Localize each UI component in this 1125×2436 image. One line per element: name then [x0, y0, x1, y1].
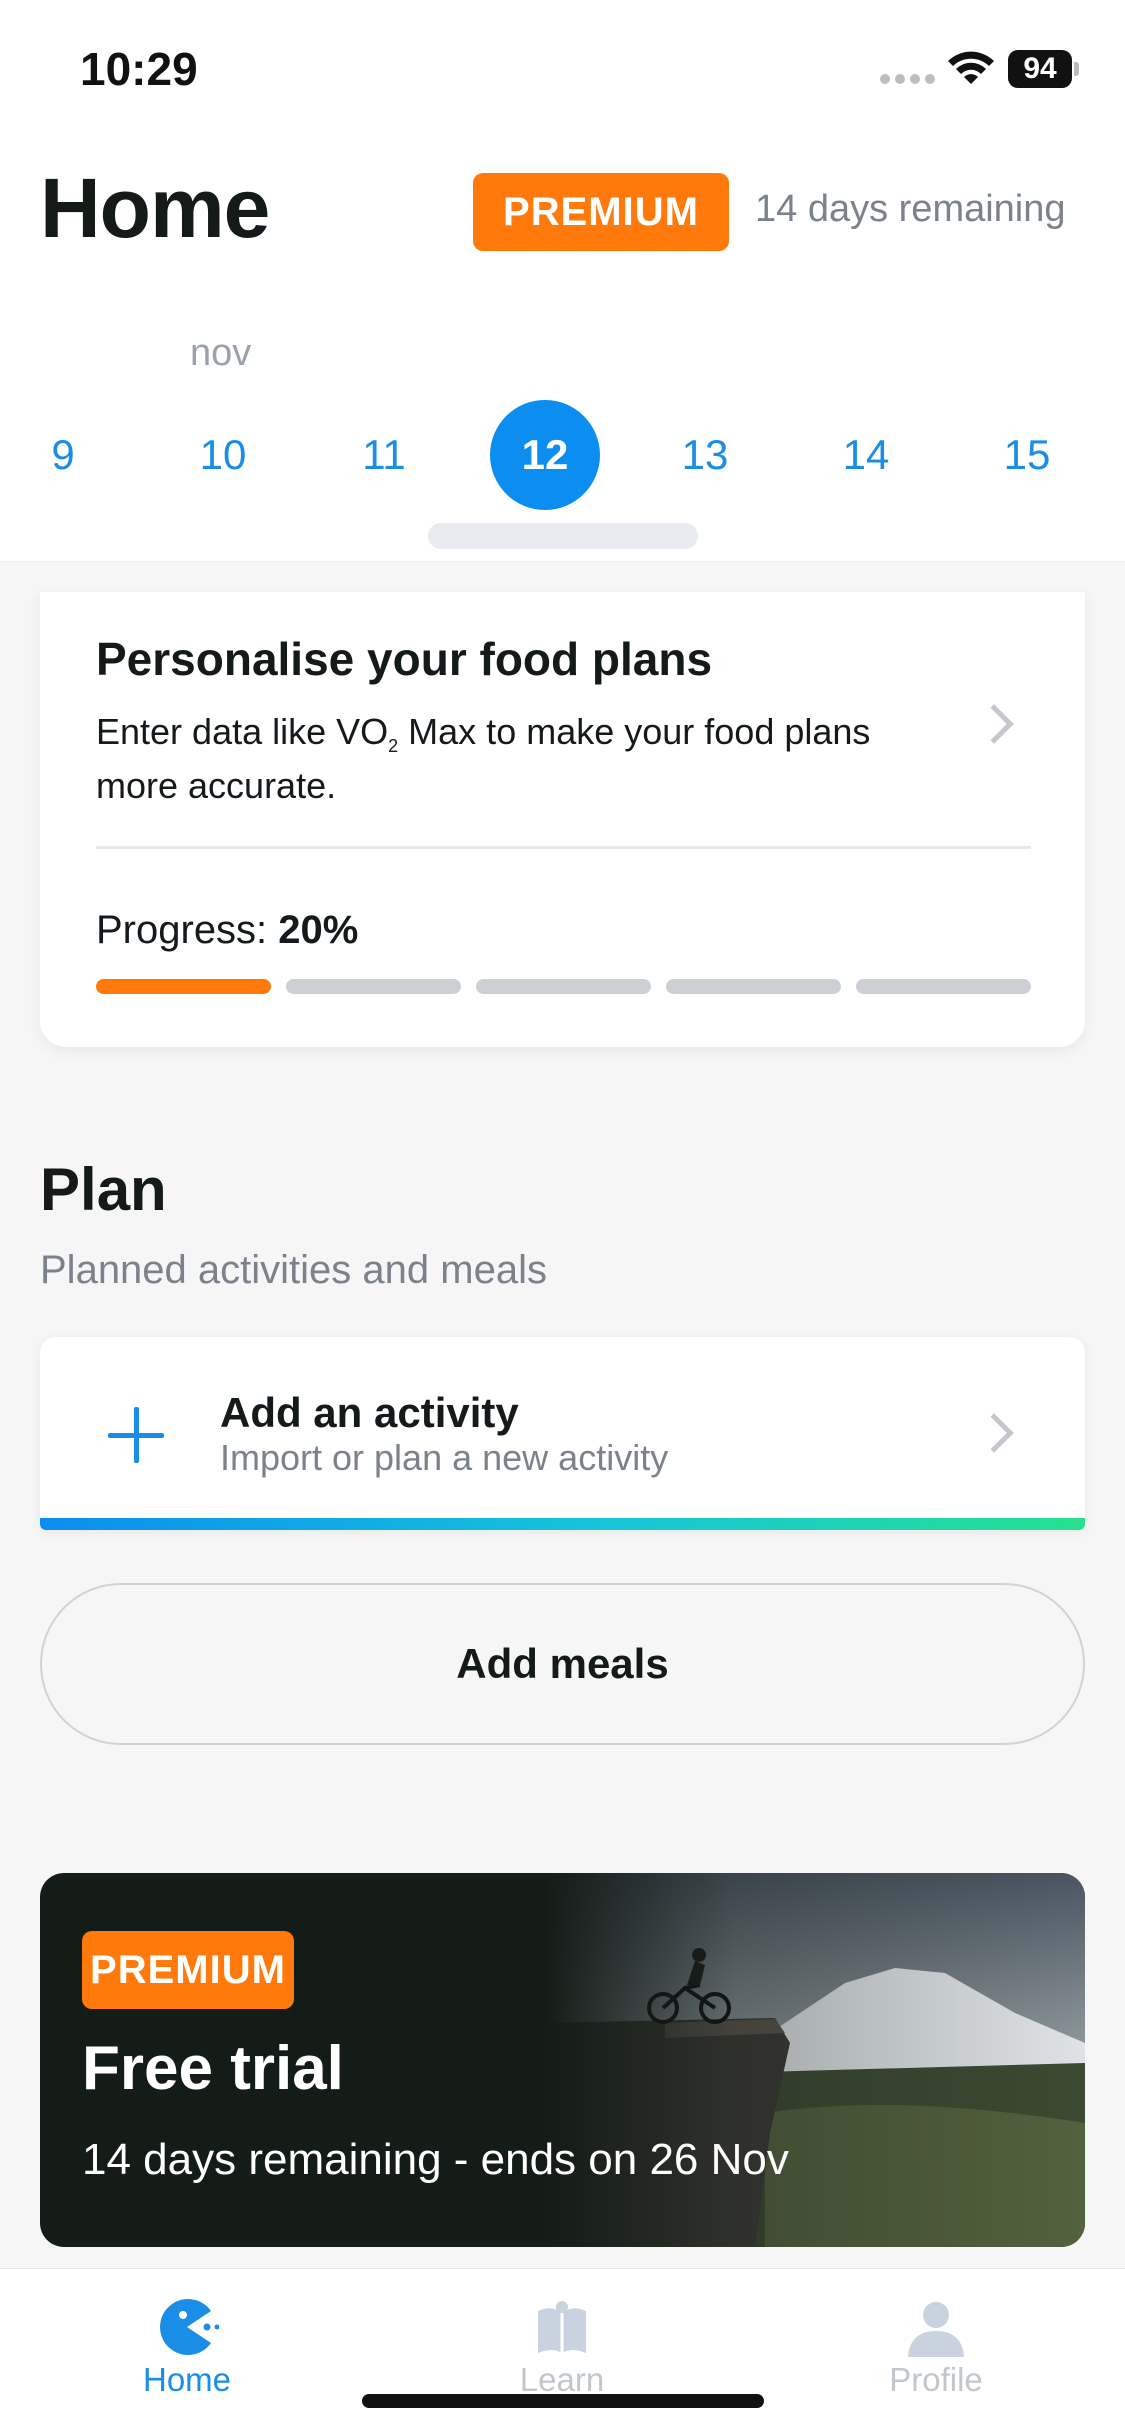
battery-icon: 94: [1008, 50, 1072, 88]
add-activity-button[interactable]: Add an activity Import or plan a new act…: [40, 1337, 1085, 1530]
progress-segment: [96, 979, 271, 994]
progress-label: Progress: 20%: [96, 908, 358, 953]
wifi-icon: [948, 51, 994, 84]
card-description-text: Enter data like VO: [96, 711, 389, 752]
progress-segment: [476, 979, 651, 994]
calendar-day[interactable]: 15: [972, 400, 1082, 510]
personalise-food-plans-card[interactable]: Personalise your food plans Enter data l…: [40, 592, 1085, 1047]
progress-label-text: Progress:: [96, 908, 268, 952]
trial-title: Free trial: [82, 2034, 344, 2103]
home-indicator: [362, 2394, 764, 2408]
status-bar: 10:29 94: [0, 0, 1125, 140]
card-description-subscript: 2: [388, 736, 399, 757]
add-activity-subtitle: Import or plan a new activity: [220, 1437, 669, 1478]
progress-segment: [856, 979, 1031, 994]
trial-premium-badge: PREMIUM: [82, 1931, 294, 2009]
chevron-right-icon: [974, 1413, 1014, 1453]
free-trial-banner[interactable]: PREMIUM Free trial 14 days remaining - e…: [40, 1873, 1085, 2247]
tab-label: Home: [142, 2361, 232, 2398]
premium-badge[interactable]: PREMIUM: [473, 173, 729, 251]
plan-section-title: Plan: [40, 1156, 167, 1223]
progress-segment: [286, 979, 461, 994]
card-description: Enter data like VO2 Max to make your foo…: [96, 711, 916, 806]
header: 10:29 94 Home PREMIUM 14 days remaining …: [0, 0, 1125, 562]
calendar-month-label: nov: [190, 332, 252, 374]
tab-profile[interactable]: Profile: [836, 2297, 1036, 2399]
cyclist-mountain-image: [545, 1873, 1085, 2247]
tab-bar: Home Learn Profile: [0, 2268, 1125, 2436]
trial-subtitle: 14 days remaining - ends on 26 Nov: [82, 2135, 789, 2184]
tab-home[interactable]: Home: [87, 2297, 287, 2399]
cellular-signal-icon: [880, 74, 935, 84]
add-activity-title: Add an activity: [220, 1389, 519, 1436]
tab-learn[interactable]: Learn: [462, 2297, 662, 2399]
calendar-day[interactable]: 10: [168, 400, 278, 510]
activity-gradient-bar: [40, 1518, 1085, 1530]
calendar-drag-handle[interactable]: [428, 523, 698, 549]
plus-icon: [108, 1407, 164, 1463]
progress-value: 20%: [278, 908, 359, 952]
tab-label: Profile: [889, 2361, 983, 2398]
calendar-day-selected[interactable]: 12: [490, 400, 600, 510]
plan-section-subtitle: Planned activities and meals: [40, 1248, 547, 1292]
progress-segment: [666, 979, 841, 994]
person-icon: [908, 2302, 964, 2357]
calendar-day[interactable]: 14: [811, 400, 921, 510]
battery-cap: [1074, 62, 1079, 76]
calendar-day[interactable]: 11: [329, 400, 439, 510]
card-title: Personalise your food plans: [96, 633, 713, 685]
add-meals-button[interactable]: Add meals: [40, 1583, 1085, 1745]
book-icon: [538, 2301, 586, 2353]
home-pacman-icon: [160, 2299, 219, 2355]
divider: [96, 846, 1031, 849]
chevron-right-icon: [974, 704, 1014, 744]
calendar-day[interactable]: 9: [8, 400, 118, 510]
trial-days-remaining: 14 days remaining: [755, 188, 1066, 230]
status-time: 10:29: [80, 43, 198, 95]
calendar-day[interactable]: 13: [650, 400, 760, 510]
page-title: Home: [40, 161, 270, 255]
